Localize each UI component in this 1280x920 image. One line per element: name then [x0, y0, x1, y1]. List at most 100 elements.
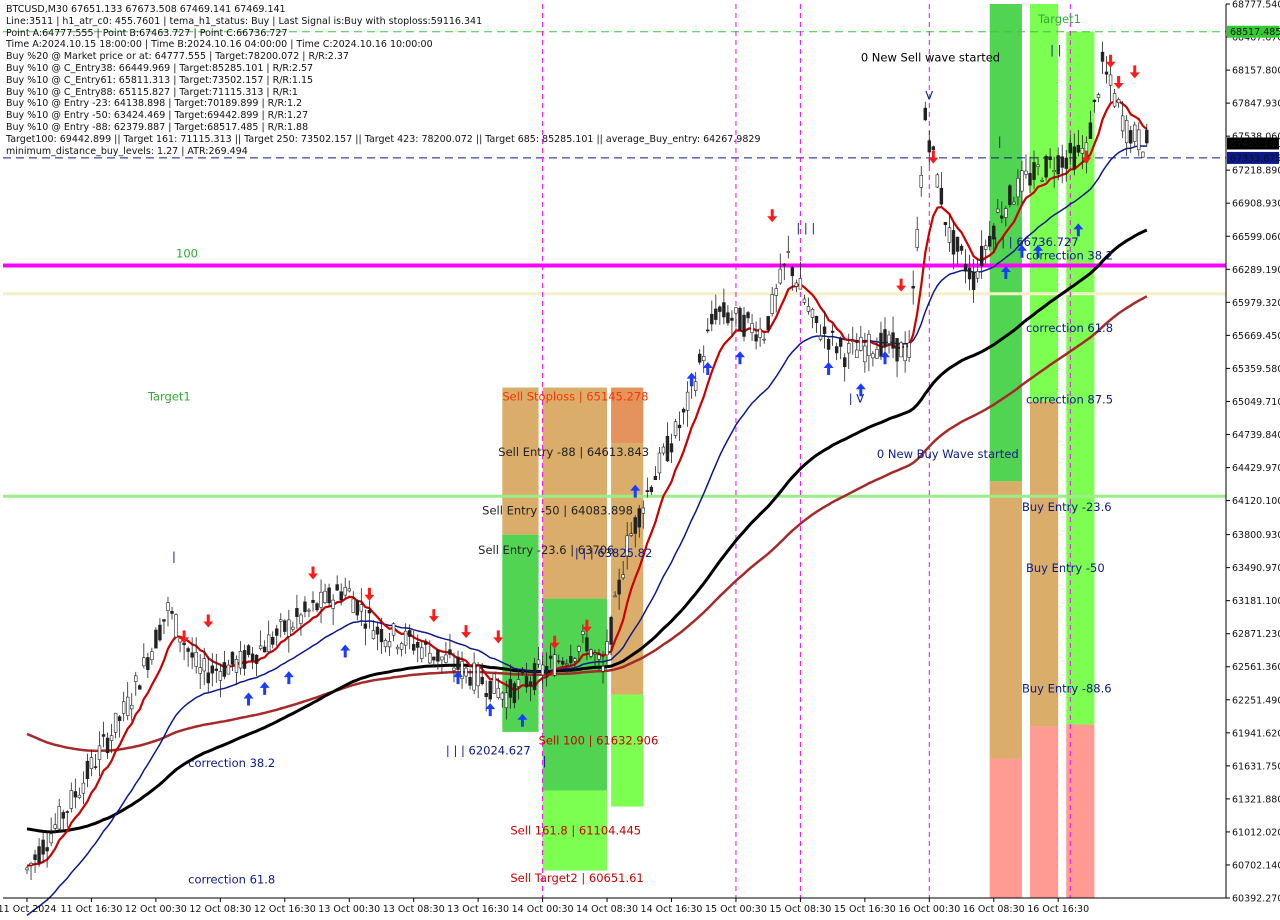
- x-tick-label: 15 Oct 00:30: [705, 904, 767, 915]
- candle: [311, 591, 315, 612]
- candle: [951, 222, 956, 270]
- x-tick-label: 15 Oct 08:30: [769, 904, 831, 915]
- candle: [299, 612, 303, 636]
- candle: [351, 591, 355, 613]
- candle: [109, 723, 114, 754]
- zone-segment: [1030, 4, 1059, 402]
- candle: [363, 609, 368, 646]
- candle: [335, 575, 339, 592]
- candle: [355, 599, 360, 621]
- candle: [726, 305, 730, 326]
- y-tick-label: 61941.620: [1232, 728, 1280, 739]
- candle: [1116, 97, 1121, 108]
- y-tick-label: 60392.270: [1232, 894, 1280, 905]
- candle: [1096, 92, 1101, 103]
- info-line: Buy %10 @ C_Entry61: 65811.313 | Target:…: [6, 74, 314, 86]
- y-tick-label: 62871.230: [1232, 629, 1280, 640]
- chart-annotation: | | | 63825.82: [575, 546, 652, 560]
- candle: [754, 321, 758, 350]
- candle: [41, 830, 45, 863]
- candle: [411, 631, 416, 655]
- candle: [1008, 183, 1012, 208]
- y-tick-label: 64120.100: [1232, 496, 1280, 507]
- chart-annotation: correction 87.5: [1026, 393, 1113, 407]
- y-tick-label: 63800.930: [1232, 530, 1280, 541]
- chart-annotation: | | | 62024.627: [446, 743, 531, 757]
- candle: [105, 732, 110, 759]
- price-label: 67333.875: [1230, 153, 1280, 164]
- candle: [762, 332, 766, 344]
- candle: [387, 632, 392, 657]
- candle: [206, 656, 210, 693]
- candle: [830, 324, 835, 346]
- candle: [125, 681, 130, 721]
- candle: [891, 316, 895, 359]
- candle: [927, 130, 932, 166]
- x-tick-label: 13 Oct 00:30: [318, 904, 380, 915]
- zone-segment: [542, 598, 608, 791]
- candle: [814, 315, 819, 334]
- candle: [1060, 144, 1064, 184]
- x-tick-label: 15 Oct 16:30: [834, 904, 896, 915]
- candle: [810, 307, 815, 329]
- candle: [242, 644, 247, 676]
- candle: [750, 314, 754, 341]
- candle: [77, 787, 82, 800]
- y-tick-label: 63490.970: [1232, 563, 1280, 574]
- candle: [774, 283, 778, 313]
- candle: [279, 613, 283, 638]
- candle: [61, 809, 65, 832]
- candle: [802, 294, 807, 305]
- sell-arrow-icon: [307, 566, 318, 580]
- info-line: Point A:64777.555 | Point B:67463.727 | …: [6, 27, 288, 39]
- zone-segment: [542, 387, 608, 599]
- sell-arrow-icon: [1129, 65, 1140, 79]
- candle: [186, 646, 190, 667]
- chart-annotation: |: [998, 135, 1002, 149]
- y-tick-label: 60702.140: [1232, 860, 1280, 871]
- sell-arrow-icon: [364, 587, 375, 601]
- y-tick-label: 62251.490: [1232, 695, 1280, 706]
- zone-segment: [611, 694, 644, 807]
- chart-annotation: 100: [176, 246, 198, 260]
- y-tick-label: 68157.800: [1232, 66, 1280, 77]
- candle: [246, 644, 251, 658]
- candle: [295, 594, 299, 629]
- candle: [983, 239, 988, 264]
- buy-arrow-icon: [823, 361, 834, 375]
- candle: [842, 353, 847, 382]
- candle: [262, 640, 267, 653]
- candle: [665, 422, 670, 463]
- candle: [919, 166, 923, 197]
- y-tick-label: 66289.190: [1232, 265, 1280, 276]
- candle: [1108, 62, 1113, 103]
- candle: [935, 172, 940, 189]
- chart-annotation: Buy Entry -50: [1026, 561, 1105, 575]
- candle: [97, 731, 102, 777]
- candle: [734, 307, 738, 328]
- candle: [895, 337, 899, 378]
- y-tick-label: 61321.880: [1232, 794, 1280, 805]
- chart-annotation: |: [543, 754, 547, 768]
- candle: [714, 294, 718, 325]
- candle: [29, 861, 33, 880]
- candle: [879, 321, 883, 360]
- candle: [291, 621, 295, 632]
- chart-annotation: 0 New Sell wave started: [861, 50, 1000, 64]
- candle: [867, 330, 871, 372]
- candle: [222, 650, 227, 680]
- chart-annotation: Sell Entry -50 | 64083.898: [482, 503, 633, 517]
- candle: [1100, 41, 1105, 75]
- candle: [955, 236, 960, 267]
- sell-arrow-icon: [493, 630, 504, 644]
- candle: [758, 317, 762, 347]
- candle: [69, 782, 74, 813]
- x-tick-label: 14 Oct 08:30: [576, 904, 638, 915]
- info-line: Time A:2024.10.15 18:00:00 | Time B:2024…: [6, 39, 433, 51]
- candle: [250, 647, 255, 670]
- candle: [138, 684, 142, 690]
- candle: [266, 620, 271, 653]
- candle: [303, 596, 307, 618]
- candle: [383, 638, 388, 653]
- candle: [315, 602, 319, 613]
